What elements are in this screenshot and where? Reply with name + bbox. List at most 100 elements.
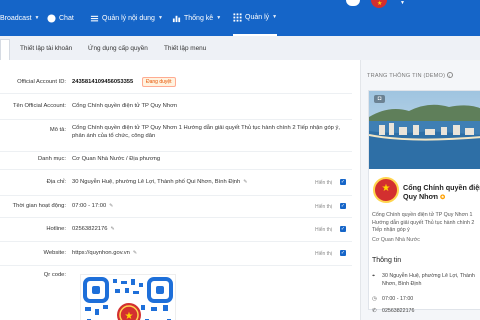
show-label: Hiển thị	[315, 204, 332, 210]
qr-code-graphic: ★	[83, 277, 173, 320]
panel-phone: ✆ 02563822176	[372, 308, 414, 316]
row-oa-name: Tên Official Account: Cổng Chính quyền đ…	[0, 96, 352, 120]
panel-phone-text: 02563822176	[382, 308, 415, 314]
account-avatar[interactable]: ★	[371, 0, 387, 8]
show-hotline-checkbox[interactable]: ✓	[340, 226, 346, 232]
panel-address: ⌖ 30 Nguyễn Huệ, phường Lê Lợi, Thành Nhơ…	[372, 273, 475, 288]
organization-name: Cổng Chính quyền điện tử TP Quy Nhơn ✪	[403, 183, 480, 203]
bell-icon[interactable]	[346, 0, 360, 6]
star-icon: ★	[381, 183, 391, 194]
oa-id-value: 2435814109456053355	[72, 79, 134, 85]
tab-label: Ứng dụng cấp quyền	[88, 44, 148, 52]
tab-active-stub[interactable]	[0, 39, 10, 60]
hours-value: 07:00 - 17:00 ✎	[72, 203, 113, 209]
nav-stats-label: Thống kê	[184, 14, 214, 22]
camera-icon[interactable]: ◘	[374, 95, 385, 103]
show-hours-checkbox[interactable]: ✓	[340, 203, 346, 209]
settings-subtabs: Thiết lập tài khoản Ứng dụng cấp quyền T…	[0, 36, 480, 60]
nav-broadcast[interactable]: Broadcast ▼	[0, 0, 39, 36]
nav-chat[interactable]: Chat	[47, 0, 74, 36]
panel-category: Cơ Quan Nhà Nước	[372, 237, 420, 243]
address-label: Địa chỉ:	[46, 179, 66, 185]
demo-info-panel: TRANG THÔNG TIN (DEMO) i ◘ ★ Cổng Chính …	[360, 60, 480, 320]
nav-content-management[interactable]: Quản lý nội dung ▼	[90, 0, 163, 36]
organization-name-text: Quy Nhơn	[403, 192, 439, 201]
show-label: Hiển thị	[315, 251, 332, 257]
panel-hours-text: 07:00 - 17:00	[382, 296, 414, 302]
row-oa-id: Official Account ID: 2435814109456053355…	[0, 72, 352, 94]
show-label: Hiển thị	[315, 180, 332, 186]
chevron-down-icon: ▼	[216, 15, 222, 21]
organization-name-line1: Cổng Chính quyền điện tử TP	[403, 183, 480, 192]
row-address: Địa chỉ: 30 Nguyễn Huệ, phường Lê Lợi, T…	[0, 172, 352, 196]
nav-broadcast-label: Broadcast	[0, 14, 32, 22]
organization-name-line2: Quy Nhơn ✪	[403, 192, 480, 203]
website-text: https://quynhon.gov.vn	[72, 250, 130, 256]
panel-address-text: 30 Nguyễn Huệ, phường Lê Lợi, Thành Nhơn,…	[382, 273, 475, 288]
clock-icon: ◷	[372, 296, 377, 302]
nav-content-label: Quản lý nội dung	[102, 14, 155, 22]
top-navigation-bar: Broadcast ▼ Chat Quản lý nội dung ▼ Thốn…	[0, 0, 480, 36]
pencil-icon[interactable]: ✎	[133, 250, 137, 256]
info-icon[interactable]: i	[446, 72, 453, 78]
description-value: Cổng Chính quyền điện tử TP Quy Nhơn 1 H…	[72, 125, 341, 139]
organization-emblem: ★	[373, 177, 399, 203]
address-text: 30 Nguyễn Huệ, phường Lê Lợi, Thành phố …	[72, 179, 241, 185]
hours-text: 07:00 - 17:00	[72, 203, 107, 209]
hotline-text: 02563822176	[72, 226, 108, 232]
panel-description: Cổng Chính quyền điện tử TP Quy Nhơn 1 H…	[372, 212, 475, 233]
panel-title-text: TRANG THÔNG TIN (DEMO)	[367, 73, 446, 79]
account-menu[interactable]: ▼	[400, 0, 405, 6]
panel-title: TRANG THÔNG TIN (DEMO) i	[367, 72, 453, 79]
pin-icon: ⌖	[372, 273, 376, 279]
description-label: Mô tả:	[49, 127, 66, 133]
qr-label: Qr code:	[43, 272, 66, 278]
chevron-down-icon: ▼	[400, 0, 405, 6]
pencil-icon[interactable]: ✎	[110, 226, 114, 232]
pencil-icon[interactable]: ✎	[109, 203, 113, 209]
city-landscape-image	[369, 91, 480, 169]
tab-menu-settings[interactable]: Thiết lập menu	[164, 36, 206, 60]
grid-icon	[233, 12, 242, 22]
tab-authorized-apps[interactable]: Ứng dụng cấp quyền	[88, 36, 148, 60]
tab-label: Thiết lập tài khoản	[20, 44, 73, 52]
nav-chat-label: Chat	[59, 14, 74, 22]
panel-hours: ◷ 07:00 - 17:00	[372, 296, 413, 304]
cover-photo: ◘	[369, 91, 480, 169]
address-value: 30 Nguyễn Huệ, phường Lê Lợi, Thành phố …	[72, 179, 247, 185]
qr-code-image: ★	[80, 274, 176, 320]
show-website-checkbox[interactable]: ✓	[340, 250, 346, 256]
verified-icon: ✪	[440, 195, 446, 201]
row-website: Website: https://quynhon.gov.vn ✎ Hiển th…	[0, 244, 352, 266]
chart-icon	[172, 15, 181, 22]
row-hours: Thời gian hoạt động: 07:00 - 17:00 ✎ Hiển…	[0, 196, 352, 218]
show-label: Hiển thị	[315, 227, 332, 233]
website-value: https://quynhon.gov.vn ✎	[72, 250, 137, 256]
chevron-down-icon: ▼	[34, 15, 40, 21]
row-category: Danh mục: Cơ Quan Nhà Nước / Địa phương	[0, 152, 352, 170]
tab-account-settings[interactable]: Thiết lập tài khoản	[20, 36, 72, 60]
oa-id-label: Official Account ID:	[17, 79, 66, 85]
category-label: Danh mục:	[37, 156, 66, 162]
oa-name-label: Tên Official Account:	[12, 103, 66, 109]
phone-icon: ✆	[372, 308, 377, 314]
chevron-down-icon: ▼	[272, 14, 278, 20]
website-label: Website:	[43, 250, 66, 256]
profile-card: ◘ ★ Cổng Chính quyền điện tử TP Quy Nhơn…	[368, 90, 480, 314]
svg-text:★: ★	[125, 311, 134, 320]
nav-manage-label: Quản lý	[245, 13, 270, 21]
hours-label: Thời gian hoạt động:	[12, 203, 66, 209]
status-badge: Đang duyệt	[142, 77, 176, 87]
nav-management[interactable]: Quản lý ▼	[233, 0, 278, 36]
chevron-down-icon: ▼	[157, 15, 163, 21]
pencil-icon[interactable]: ✎	[243, 179, 247, 185]
panel-info-title: Thông tin	[372, 257, 402, 264]
chat-icon	[47, 13, 56, 23]
category-value: Cơ Quan Nhà Nước / Địa phương	[72, 156, 161, 162]
row-qr: Qr code:	[0, 270, 352, 282]
nav-statistics[interactable]: Thống kê ▼	[172, 0, 221, 36]
show-address-checkbox[interactable]: ✓	[340, 179, 346, 185]
list-icon	[90, 15, 99, 21]
panel-address-line2: Nhơn, Bình Định	[382, 280, 422, 287]
hotline-label: Hotline:	[46, 226, 66, 232]
